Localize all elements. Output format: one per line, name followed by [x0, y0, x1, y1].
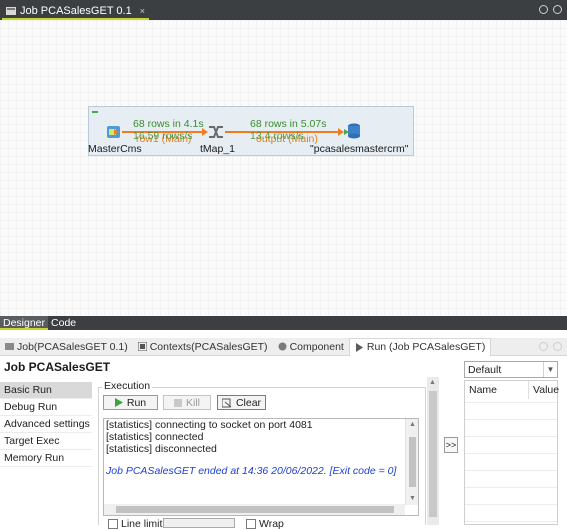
- console-line: [statistics] connected: [106, 431, 204, 443]
- bottom-panel-tabbar: Job(PCASalesGET 0.1) Contexts(PCASalesGE…: [0, 337, 567, 356]
- scroll-down-icon[interactable]: ▼: [409, 495, 416, 502]
- tab-label: Contexts(PCASalesGET): [149, 340, 268, 353]
- line-limit-label: Line limit: [121, 518, 163, 530]
- tab-component[interactable]: Component: [273, 338, 349, 356]
- tab-run[interactable]: Run (Job PCASalesGET): [348, 337, 492, 356]
- close-icon[interactable]: ×: [140, 6, 145, 16]
- component-label: "pcasalesmastercrm": [310, 143, 409, 155]
- tmap-icon[interactable]: [208, 124, 224, 140]
- run-button[interactable]: Run: [103, 395, 158, 410]
- nav-debug-run[interactable]: Debug Run: [0, 399, 92, 416]
- nav-target-exec[interactable]: Target Exec: [0, 433, 92, 450]
- run-icon: [355, 342, 363, 352]
- console-vertical-scrollbar[interactable]: ▲ ▼: [405, 419, 418, 505]
- link-rate: 13.4 rows/s: [250, 130, 304, 142]
- run-panel-title: Job PCASalesGET: [4, 360, 111, 374]
- column-name[interactable]: Name: [465, 381, 529, 399]
- contexts-icon: [137, 342, 147, 351]
- tab-label: Component: [289, 340, 344, 353]
- scroll-up-icon[interactable]: ▲: [409, 421, 416, 428]
- panel-vertical-scrollbar[interactable]: ▲: [427, 377, 439, 525]
- clear-icon: [221, 398, 232, 407]
- line-limit-input[interactable]: [163, 518, 235, 528]
- minimize-icon[interactable]: [539, 5, 548, 14]
- link-stat: 68 rows in 4.1s: [133, 118, 204, 130]
- nav-basic-run[interactable]: Basic Run: [0, 382, 92, 399]
- context-table[interactable]: [464, 380, 558, 525]
- run-button-label: Run: [126, 396, 147, 409]
- console-horizontal-scrollbar[interactable]: [104, 504, 405, 515]
- job-editor-tab[interactable]: Job PCASalesGET 0.1 ×: [2, 3, 149, 20]
- expand-context-button[interactable]: >>: [444, 437, 458, 453]
- minimize-icon[interactable]: [539, 342, 548, 351]
- component-icon: [278, 342, 287, 351]
- tab-label: Job(PCASalesGET 0.1): [17, 340, 128, 353]
- chevron-down-icon[interactable]: ▼: [543, 362, 557, 377]
- tab-code[interactable]: Code: [48, 316, 79, 330]
- context-select[interactable]: Default ▼: [464, 361, 558, 378]
- kill-button-label: Kill: [185, 396, 200, 409]
- maximize-icon[interactable]: [553, 5, 562, 14]
- play-icon: [114, 398, 123, 407]
- context-select-value: Default: [468, 363, 502, 376]
- designer-code-tabs: Designer Code: [0, 316, 567, 330]
- maximize-icon[interactable]: [553, 342, 562, 351]
- job-icon: [5, 343, 14, 350]
- link-stat: 68 rows in 5.07s: [250, 118, 327, 130]
- tab-label: Run (Job PCASalesGET): [366, 341, 486, 353]
- component-label: MasterCms: [88, 143, 142, 155]
- tab-designer[interactable]: Designer: [0, 316, 49, 330]
- editor-tab-title: Job PCASalesGET 0.1: [20, 4, 132, 17]
- clear-button[interactable]: Clear: [217, 395, 266, 410]
- nav-advanced-settings[interactable]: Advanced settings: [0, 416, 92, 433]
- scroll-up-icon[interactable]: ▲: [429, 379, 436, 386]
- console-output[interactable]: [statistics] connecting to socket on por…: [103, 418, 419, 516]
- nav-memory-run[interactable]: Memory Run: [0, 450, 92, 467]
- stop-icon: [173, 398, 182, 407]
- job-icon: [6, 6, 16, 15]
- console-exit-line: Job PCASalesGET ended at 14:36 20/06/202…: [106, 465, 397, 477]
- kill-button[interactable]: Kill: [163, 395, 211, 410]
- component-label: tMap_1: [200, 143, 236, 155]
- scroll-thumb[interactable]: [116, 506, 394, 513]
- context-table-header: Name Value: [465, 381, 559, 399]
- wrap-checkbox[interactable]: [246, 519, 256, 529]
- console-line: [statistics] connecting to socket on por…: [106, 419, 313, 431]
- tab-job[interactable]: Job(PCASalesGET 0.1): [0, 338, 133, 356]
- execution-label: Execution: [102, 380, 153, 392]
- database-output-icon[interactable]: [344, 123, 362, 140]
- column-value[interactable]: Value: [529, 381, 559, 399]
- subjob-collapse-icon[interactable]: [92, 111, 98, 113]
- run-mode-nav: Basic Run Debug Run Advanced settings Ta…: [0, 382, 92, 467]
- wrap-label: Wrap: [259, 518, 284, 530]
- link-rate: 16.59 rows/s: [133, 130, 193, 142]
- tab-contexts[interactable]: Contexts(PCASalesGET): [133, 338, 273, 356]
- clear-button-label: Clear: [235, 396, 262, 409]
- input-component-icon[interactable]: [106, 124, 122, 140]
- line-limit-checkbox[interactable]: [108, 519, 118, 529]
- scroll-thumb[interactable]: [409, 437, 416, 487]
- designer-canvas[interactable]: [0, 20, 567, 316]
- console-line: [statistics] disconnected: [106, 443, 217, 455]
- scroll-thumb[interactable]: [429, 391, 437, 517]
